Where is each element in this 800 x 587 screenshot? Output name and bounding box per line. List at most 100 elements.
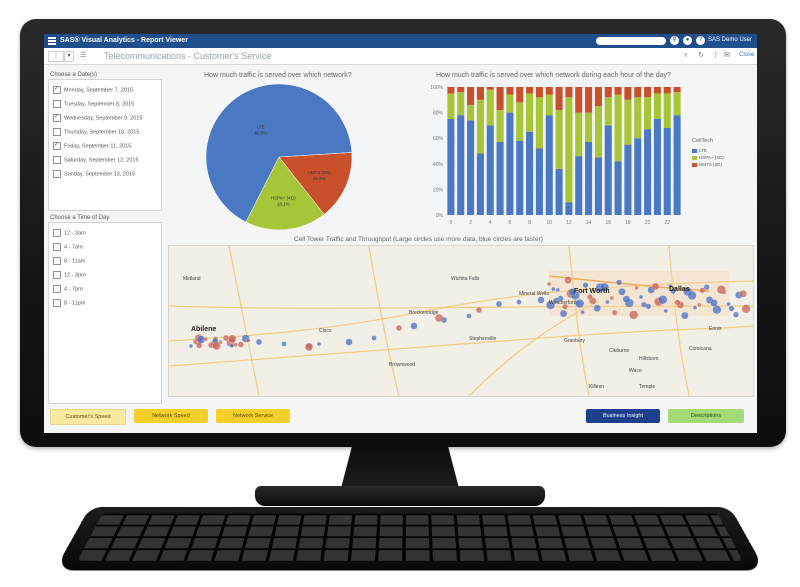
- checkbox[interactable]: [53, 141, 61, 150]
- tower-circle[interactable]: [218, 339, 223, 345]
- checkbox[interactable]: [53, 299, 61, 307]
- filter-icon[interactable]: ▿: [684, 51, 688, 59]
- bar-segment[interactable]: [624, 99, 632, 145]
- comments-icon[interactable]: ✉: [724, 51, 730, 59]
- bar-segment[interactable]: [555, 87, 563, 111]
- tower-circle[interactable]: [692, 305, 698, 310]
- bar-segment[interactable]: [516, 102, 524, 141]
- descriptions-button[interactable]: Descriptions: [668, 409, 744, 423]
- tower-circle[interactable]: [609, 295, 614, 301]
- tower-circle[interactable]: [316, 341, 322, 347]
- refresh-icon[interactable]: ↻: [698, 51, 704, 59]
- bar-segment[interactable]: [644, 87, 652, 98]
- tower-circle[interactable]: [551, 286, 556, 292]
- bar-segment[interactable]: [634, 138, 642, 215]
- tower-circle[interactable]: [203, 336, 208, 342]
- tower-circle[interactable]: [466, 313, 472, 319]
- bar-segment[interactable]: [644, 129, 652, 215]
- date-option[interactable]: Saturday, September 12, 2015: [53, 156, 139, 164]
- tower-circle[interactable]: [616, 279, 623, 286]
- bar-segment[interactable]: [467, 120, 475, 215]
- tower-circle[interactable]: [629, 310, 639, 320]
- page-navigation-button[interactable]: ⋮: [48, 51, 64, 62]
- tower-circle[interactable]: [410, 322, 418, 330]
- bar-segment[interactable]: [653, 87, 661, 94]
- bar-segment[interactable]: [634, 97, 642, 139]
- bar-segment[interactable]: [506, 112, 514, 215]
- bar-segment[interactable]: [535, 148, 543, 215]
- bar-segment[interactable]: [526, 87, 534, 94]
- checkbox[interactable]: [53, 271, 61, 279]
- more-options-icon[interactable]: ⋮: [712, 51, 719, 59]
- bar-segment[interactable]: [644, 97, 652, 130]
- close-button[interactable]: Close: [739, 52, 754, 58]
- bar-segment[interactable]: [506, 94, 514, 113]
- network-service-button[interactable]: Network Service: [216, 409, 290, 423]
- tower-circle[interactable]: [475, 306, 483, 314]
- tower-circle[interactable]: [651, 282, 660, 291]
- bar-segment[interactable]: [585, 112, 593, 143]
- bar-segment[interactable]: [663, 93, 671, 128]
- bar-segment[interactable]: [457, 92, 465, 116]
- bar-segment[interactable]: [447, 119, 455, 215]
- checkbox[interactable]: [53, 243, 61, 251]
- bar-segment[interactable]: [594, 87, 602, 107]
- tower-circle[interactable]: [741, 304, 751, 314]
- tower-circle[interactable]: [188, 343, 194, 349]
- bar-segment[interactable]: [663, 87, 671, 94]
- tower-circle[interactable]: [638, 294, 644, 300]
- tower-circle[interactable]: [345, 338, 353, 346]
- time-option[interactable]: 12 - 3am: [53, 229, 86, 237]
- bar-segment[interactable]: [545, 94, 553, 116]
- tower-circle[interactable]: [716, 285, 726, 295]
- bar-segment[interactable]: [604, 97, 612, 126]
- bar-segment[interactable]: [476, 153, 484, 215]
- bar-segment[interactable]: [585, 87, 593, 113]
- tower-circle[interactable]: [559, 309, 568, 318]
- chevron-down-icon[interactable]: ▾: [64, 51, 74, 62]
- bar-segment[interactable]: [496, 87, 504, 111]
- checkbox[interactable]: [53, 257, 61, 265]
- network-speed-button[interactable]: Network Speed: [134, 409, 208, 423]
- bar-segment[interactable]: [516, 140, 524, 215]
- bar-segment[interactable]: [624, 144, 632, 215]
- tower-circle[interactable]: [555, 287, 560, 293]
- cell-tower-map[interactable]: Fort Worth Dallas Abilene Wichita Falls …: [168, 245, 754, 397]
- hamburger-menu-icon[interactable]: [48, 37, 56, 45]
- bar-segment[interactable]: [614, 87, 622, 95]
- date-option[interactable]: Friday, September 11, 2015: [53, 141, 131, 150]
- bar-segment[interactable]: [663, 127, 671, 215]
- time-option[interactable]: 4 - 7am: [53, 243, 83, 251]
- bar-segment[interactable]: [594, 157, 602, 215]
- bar-segment[interactable]: [555, 110, 563, 169]
- bar-segment[interactable]: [457, 87, 465, 93]
- search-icon[interactable]: ⚲: [670, 36, 679, 45]
- bar-segment[interactable]: [673, 115, 681, 215]
- tower-circle[interactable]: [674, 299, 681, 306]
- tower-circle[interactable]: [618, 288, 626, 296]
- bar-segment[interactable]: [447, 87, 455, 94]
- tower-circle[interactable]: [233, 342, 238, 347]
- bar-segment[interactable]: [653, 119, 661, 215]
- bar-segment[interactable]: [467, 87, 475, 105]
- tower-circle[interactable]: [564, 276, 572, 284]
- bar-segment[interactable]: [565, 87, 573, 98]
- tower-circle[interactable]: [658, 295, 668, 305]
- bar-segment[interactable]: [496, 110, 504, 143]
- bar-segment[interactable]: [476, 87, 484, 100]
- bar-segment[interactable]: [565, 202, 573, 215]
- tower-circle[interactable]: [255, 338, 263, 346]
- tower-circle[interactable]: [710, 299, 718, 307]
- checkbox[interactable]: [53, 285, 61, 293]
- bar-segment[interactable]: [614, 94, 622, 162]
- checkbox[interactable]: [53, 229, 61, 237]
- checkbox[interactable]: [53, 156, 61, 164]
- checkbox[interactable]: [53, 85, 61, 94]
- business-insight-button[interactable]: Business Insight: [586, 409, 660, 423]
- bar-segment[interactable]: [604, 87, 612, 98]
- bar-segment[interactable]: [604, 125, 612, 215]
- bar-segment[interactable]: [653, 93, 661, 119]
- checkbox[interactable]: [53, 113, 61, 122]
- date-option[interactable]: Tuesday, September 8, 2015: [53, 100, 134, 108]
- bar-segment[interactable]: [467, 104, 475, 121]
